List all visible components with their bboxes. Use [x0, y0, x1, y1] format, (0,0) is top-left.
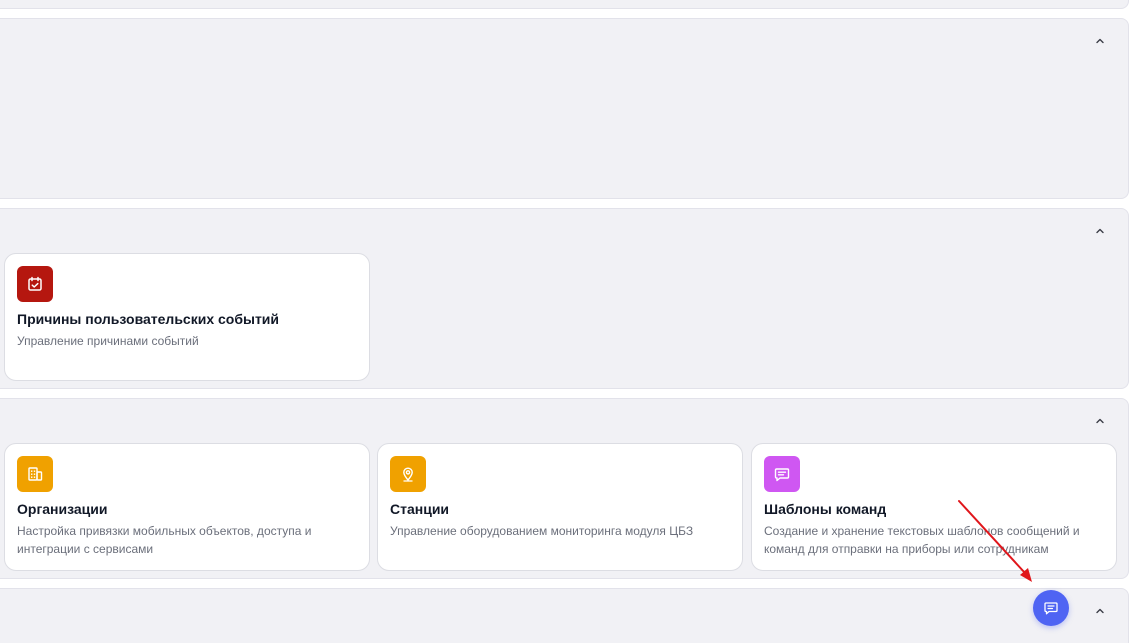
card-title: Станции	[390, 501, 450, 517]
card-command-templates[interactable]: Шаблоны команд Создание и хранение текст…	[751, 443, 1117, 571]
card-icon-box	[764, 456, 800, 492]
building-icon	[28, 467, 43, 481]
card-organizations[interactable]: Организации Настройка привязки мобильных…	[4, 443, 370, 571]
section-empty	[0, 18, 1129, 199]
section-top-strip	[0, 0, 1129, 9]
card-title: Организации	[17, 501, 108, 517]
card-icon-box	[17, 266, 53, 302]
card-description: Создание и хранение текстовых шаблонов с…	[764, 524, 1080, 556]
chevron-up-icon	[1096, 38, 1104, 44]
card-icon-box	[17, 456, 53, 492]
card-stations[interactable]: Станции Управление оборудованием монитор…	[377, 443, 743, 571]
calendar-check-icon	[28, 276, 42, 291]
chevron-up-icon	[1096, 228, 1104, 234]
collapse-section-button[interactable]	[1092, 413, 1108, 429]
card-icon-box	[390, 456, 426, 492]
collapse-section-button[interactable]	[1092, 603, 1108, 619]
chevron-up-icon	[1096, 608, 1104, 614]
card-description: Управление оборудованием мониторинга мод…	[390, 524, 694, 538]
settings-page: Причины пользовательских событий Управле…	[0, 0, 1147, 643]
section-bottom	[0, 588, 1129, 643]
card-user-event-reasons[interactable]: Причины пользовательских событий Управле…	[4, 253, 370, 381]
collapse-section-button[interactable]	[1092, 33, 1108, 49]
card-title: Шаблоны команд	[764, 501, 887, 517]
message-square-icon	[774, 468, 790, 482]
chat-icon	[1044, 602, 1058, 615]
collapse-section-button[interactable]	[1092, 223, 1108, 239]
card-title: Причины пользовательских событий	[17, 311, 280, 327]
chat-button[interactable]	[1033, 590, 1069, 626]
chevron-up-icon	[1096, 418, 1104, 424]
card-description: Настройка привязки мобильных объектов, д…	[17, 524, 312, 556]
map-pin-icon	[403, 467, 413, 482]
card-description: Управление причинами событий	[17, 334, 199, 348]
